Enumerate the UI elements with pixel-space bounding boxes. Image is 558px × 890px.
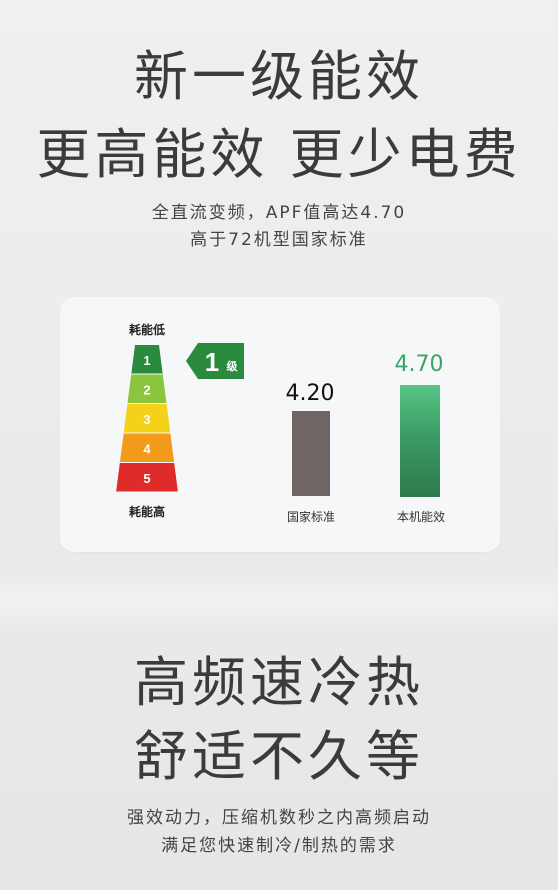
grade-number-1: 1 [143, 353, 150, 368]
own-efficiency-label: 本机能效 [396, 510, 445, 524]
efficiency-card: 耗能低 12345 1 级 耗能高 4.20 国家标准 4.70 本机能效 [60, 297, 500, 552]
section-divider-glow [0, 570, 558, 630]
headline-line1: 新一级能效 [134, 45, 424, 108]
subtitle-line1: 全直流变频，APF值高达4.70 [151, 203, 407, 223]
national-standard-value: 4.20 [285, 381, 335, 406]
own-efficiency-bar [400, 385, 440, 497]
section2-subtitle-line1: 强效动力，压缩机数秒之内高频启动 [127, 808, 431, 828]
grade-number-4: 4 [143, 441, 151, 456]
national-standard-label: 国家标准 [286, 510, 335, 524]
section2-subtitle-line2: 满足您快速制冷/制热的需求 [161, 836, 397, 856]
own-efficiency-value: 4.70 [394, 352, 444, 377]
label-high-consumption: 耗能高 [129, 505, 166, 519]
section2-headline-line2: 舒适不久等 [134, 725, 424, 788]
national-standard-bar [292, 411, 330, 496]
grade-badge-unit: 级 [226, 359, 239, 373]
grade-number-5: 5 [143, 471, 150, 486]
subtitle-line2: 高于72机型国家标准 [190, 230, 368, 250]
grade-number-3: 3 [143, 412, 150, 427]
grade-badge-number: 1 [205, 347, 219, 377]
grade-number-2: 2 [143, 382, 150, 397]
grade-one-badge: 1 级 [186, 343, 244, 379]
section2-headline-line1: 高频速冷热 [134, 651, 424, 714]
headline-line2: 更高能效 更少电费 [36, 123, 522, 186]
